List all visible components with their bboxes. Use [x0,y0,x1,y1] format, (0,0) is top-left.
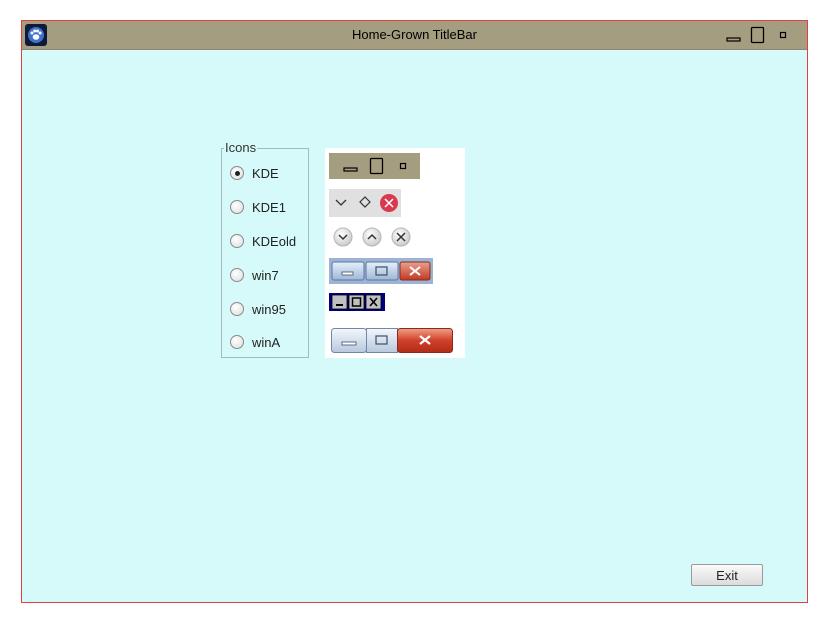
radio-win95[interactable]: win95 [230,300,286,318]
radio-button-kde1[interactable] [230,200,244,214]
icon-previews [325,148,465,358]
maximize-icon[interactable] [749,26,767,44]
icons-group: Icons KDE KDE1 KDEold win7 win95 winA [221,140,309,358]
radio-label-wina: winA [252,334,281,350]
window-title: Home-Grown TitleBar [352,27,477,42]
wina-preview-icon[interactable] [331,328,453,359]
kdeold-preview-icon[interactable] [333,225,415,254]
restore-icon[interactable] [775,26,793,44]
radio-win7[interactable]: win7 [230,266,279,284]
window-controls [725,26,795,44]
radio-button-kdeold[interactable] [230,234,244,248]
kde-preview-icon[interactable] [329,153,420,184]
radio-kdeold[interactable]: KDEold [230,232,296,250]
radio-label-win95: win95 [252,301,286,317]
win7-preview-icon[interactable] [329,258,433,289]
kde1-preview-icon[interactable] [329,189,401,222]
radio-kde[interactable]: KDE [230,164,279,182]
radio-button-win7[interactable] [230,268,244,282]
radio-wina[interactable]: winA [230,333,280,351]
radio-label-kde1: KDE1 [252,199,286,215]
radio-button-wina[interactable] [230,335,244,349]
radio-label-kdeold: KDEold [252,233,297,249]
main-window: Home-Grown TitleBar Icons KDE KDE1 KDEol… [21,20,808,603]
radio-kde1[interactable]: KDE1 [230,198,286,216]
title-bar[interactable]: Home-Grown TitleBar [22,21,807,50]
radio-label-win7: win7 [252,267,279,283]
minimize-icon[interactable] [725,26,743,44]
exit-button[interactable]: Exit [691,564,763,586]
icons-group-legend: Icons [224,140,258,155]
win95-preview-icon[interactable] [329,293,385,316]
radio-button-kde[interactable] [230,166,244,180]
radio-button-win95[interactable] [230,302,244,316]
radio-label-kde: KDE [252,165,279,181]
